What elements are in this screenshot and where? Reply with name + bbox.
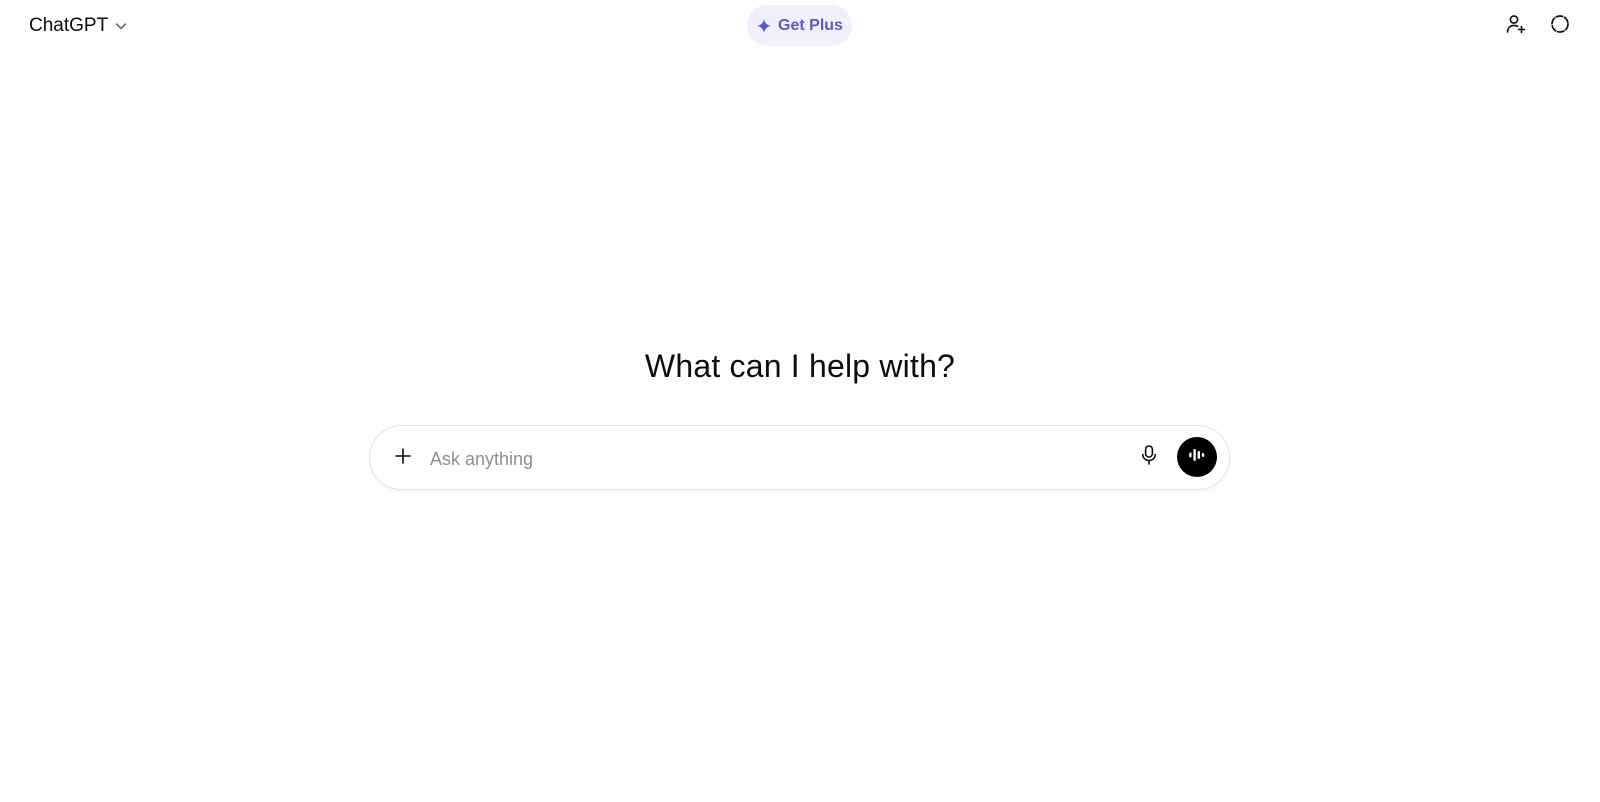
chat-composer — [370, 426, 1229, 489]
microphone-icon — [1139, 444, 1159, 471]
temporary-chat-button[interactable] — [1544, 10, 1576, 42]
add-attachment-button[interactable] — [386, 441, 420, 475]
add-person-button[interactable] — [1500, 10, 1532, 42]
add-person-icon — [1505, 13, 1527, 40]
chevron-down-icon — [114, 19, 128, 33]
sparkle-icon — [756, 18, 772, 34]
model-name: ChatGPT — [29, 15, 109, 36]
voice-mode-icon — [1187, 445, 1207, 470]
prompt-input[interactable] — [428, 442, 1092, 476]
dictate-button[interactable] — [1132, 440, 1166, 474]
page-heading: What can I help with? — [644, 348, 956, 384]
chat-app: ChatGPT Get Plus What can I help with? A… — [0, 0, 1600, 802]
get-plus-label: Get Plus — [778, 16, 843, 34]
plus-icon — [393, 446, 413, 471]
model-switcher-button[interactable]: ChatGPT — [20, 11, 137, 41]
get-plus-button[interactable]: Get Plus — [747, 5, 852, 46]
dashed-circle-icon — [1549, 13, 1571, 40]
voice-mode-button[interactable] — [1177, 437, 1217, 477]
top-bar: ChatGPT Get Plus — [0, 0, 1600, 52]
